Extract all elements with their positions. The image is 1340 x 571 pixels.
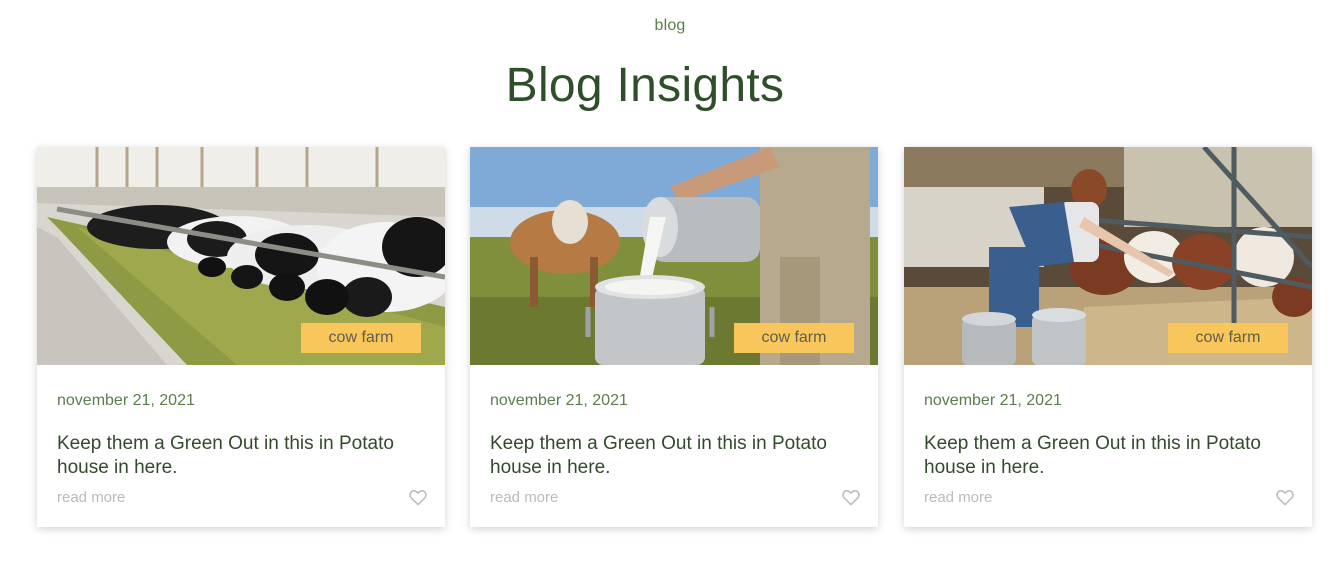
post-title[interactable]: Keep them a Green Out in this in Potato …: [924, 432, 1294, 480]
post-date: november 21, 2021: [924, 392, 1062, 409]
blog-card-image[interactable]: cow farm: [470, 147, 878, 365]
category-tag[interactable]: cow farm: [734, 323, 854, 353]
blog-card-image[interactable]: cow farm: [904, 147, 1312, 365]
blog-card[interactable]: cow farm november 21, 2021 Keep them a G…: [37, 147, 445, 527]
read-more-link[interactable]: read more: [57, 489, 125, 506]
post-date: november 21, 2021: [490, 392, 628, 409]
heart-outline-icon[interactable]: [1276, 489, 1294, 506]
post-date: november 21, 2021: [57, 392, 195, 409]
section-eyebrow: blog: [654, 17, 686, 34]
read-more-link[interactable]: read more: [924, 489, 992, 506]
blog-card-image[interactable]: cow farm: [37, 147, 445, 365]
read-more-link[interactable]: read more: [490, 489, 558, 506]
section-title: Blog Insights: [505, 59, 785, 112]
heart-outline-icon[interactable]: [842, 489, 860, 506]
post-title[interactable]: Keep them a Green Out in this in Potato …: [490, 432, 860, 480]
heart-outline-icon[interactable]: [409, 489, 427, 506]
post-title[interactable]: Keep them a Green Out in this in Potato …: [57, 432, 427, 480]
blog-card[interactable]: cow farm november 21, 2021 Keep them a G…: [470, 147, 878, 527]
blog-card[interactable]: cow farm november 21, 2021 Keep them a G…: [904, 147, 1312, 527]
category-tag[interactable]: cow farm: [1168, 323, 1288, 353]
category-tag[interactable]: cow farm: [301, 323, 421, 353]
